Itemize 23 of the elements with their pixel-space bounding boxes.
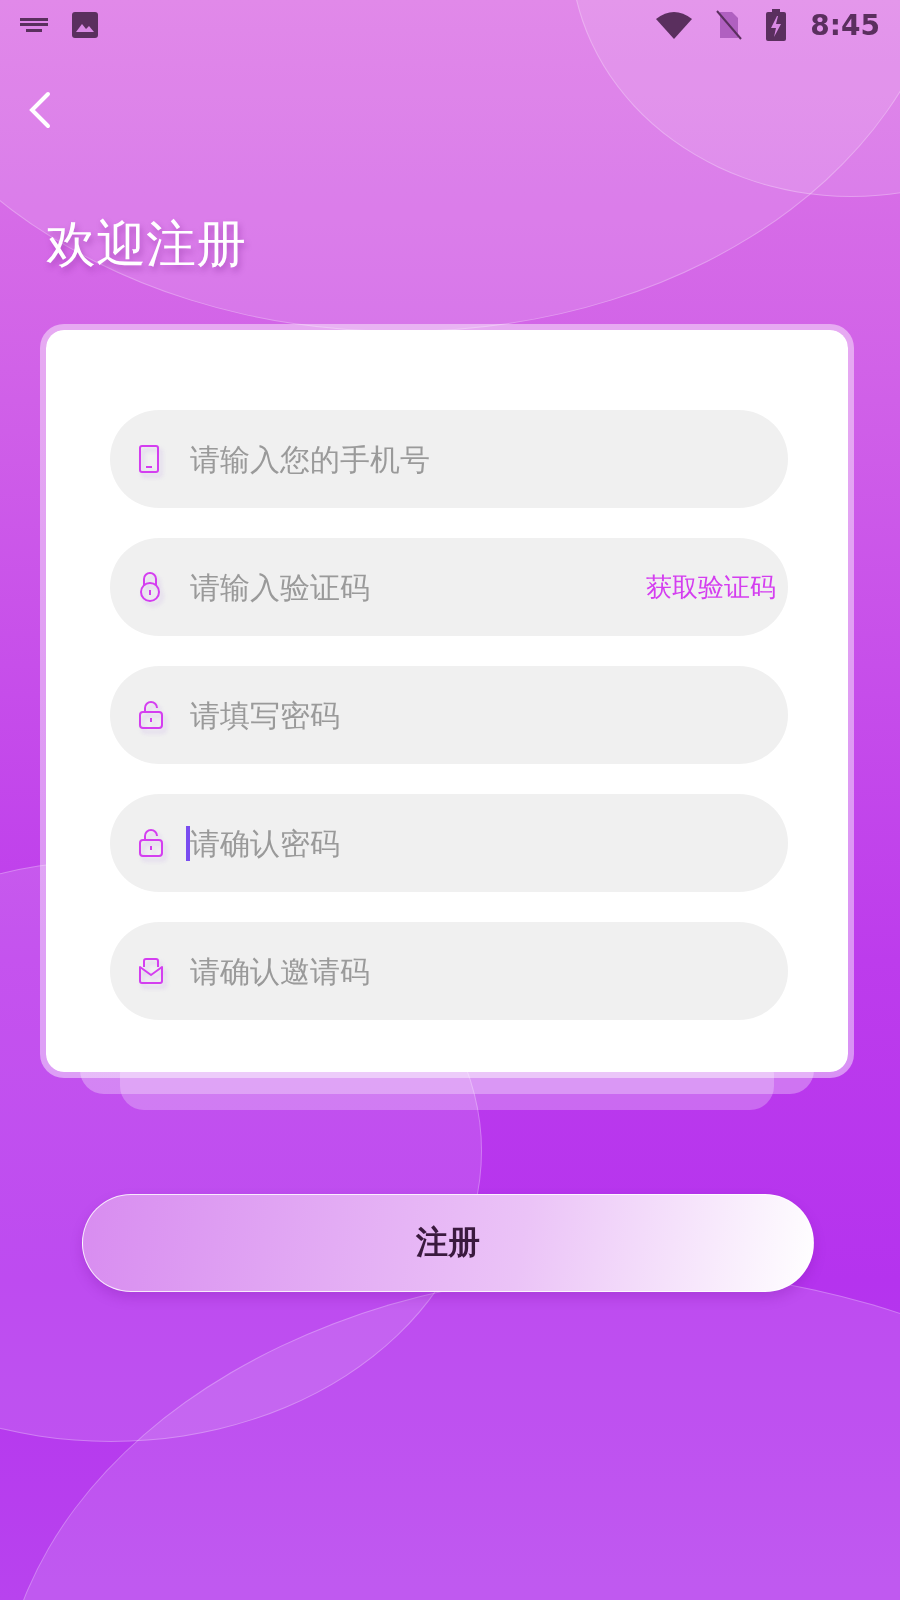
register-button[interactable]: 注册	[82, 1194, 814, 1292]
image-icon	[72, 12, 98, 38]
input-field[interactable]: 请确认邀请码	[110, 922, 788, 1020]
input-field[interactable]: 请确认密码	[110, 794, 788, 892]
text-input[interactable]: 请填写密码	[186, 697, 776, 733]
status-time: 8:45	[810, 8, 880, 42]
get-code-button[interactable]: 获取验证码	[646, 569, 776, 605]
text-input[interactable]: 请输入验证码	[186, 569, 646, 605]
battery-charging-icon	[766, 9, 787, 41]
phone-icon	[138, 445, 160, 473]
input-field[interactable]: 请输入您的手机号	[110, 410, 788, 508]
input-field[interactable]: 请输入验证码 获取验证码	[110, 538, 788, 636]
no-sim-icon	[716, 10, 743, 40]
text-input[interactable]: 请确认邀请码	[186, 953, 776, 989]
envelope-icon	[138, 957, 164, 985]
padlock-icon	[138, 571, 162, 603]
open-padlock-icon	[138, 700, 164, 730]
input-field[interactable]: 请填写密码	[110, 666, 788, 764]
page-title: 欢迎注册	[46, 214, 247, 274]
open-padlock-icon	[138, 828, 164, 858]
wifi-icon	[656, 11, 693, 39]
text-input[interactable]: 请确认密码	[186, 825, 776, 861]
text-input[interactable]: 请输入您的手机号	[186, 441, 776, 477]
